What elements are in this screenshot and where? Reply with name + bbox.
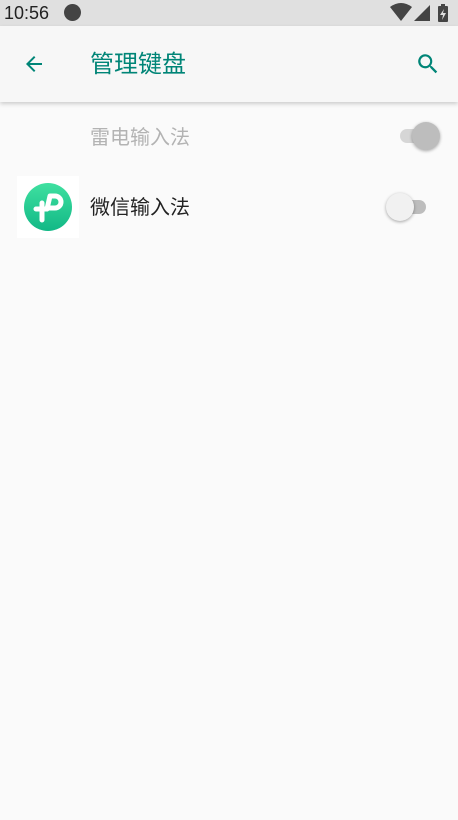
keyboard-list: 雷电输入法 微信输入法 xyxy=(0,102,458,242)
keyboard-toggle-wechat[interactable] xyxy=(386,192,432,222)
toggle-thumb xyxy=(412,122,440,150)
cell-signal-icon xyxy=(414,5,430,21)
wifi-icon xyxy=(390,3,412,21)
keyboard-item-wechat[interactable]: 微信输入法 xyxy=(0,172,458,242)
toggle-thumb xyxy=(386,193,414,221)
page-title: 管理键盘 xyxy=(90,50,186,78)
battery-charging-icon xyxy=(438,4,448,22)
keyboard-toggle-leidian[interactable] xyxy=(396,121,440,151)
search-button[interactable] xyxy=(404,40,452,88)
wechat-input-app-icon xyxy=(17,176,79,238)
keyboard-item-leidian[interactable]: 雷电输入法 xyxy=(0,102,458,172)
status-icons xyxy=(390,3,448,22)
keyboard-item-label: 微信输入法 xyxy=(90,195,190,219)
search-icon xyxy=(418,54,438,74)
arrow-back-icon xyxy=(26,56,42,72)
keyboard-item-label: 雷电输入法 xyxy=(90,125,190,149)
status-time: 10:56 xyxy=(4,3,50,23)
app-bar: 管理键盘 xyxy=(0,26,458,102)
back-button[interactable] xyxy=(10,40,58,88)
notification-dot-icon xyxy=(64,4,81,21)
status-bar: 10:56 xyxy=(0,0,458,26)
